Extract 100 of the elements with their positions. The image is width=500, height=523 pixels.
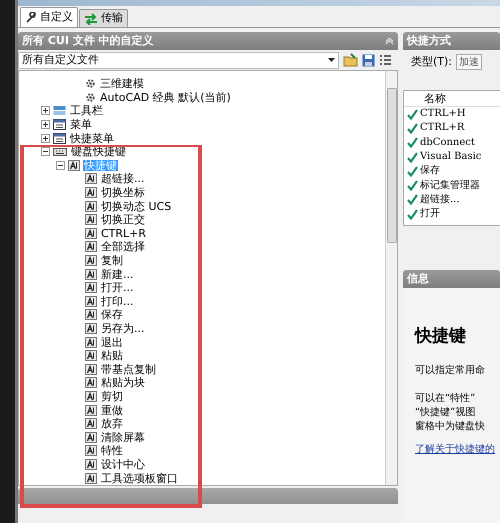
toolbar-icon: [53, 105, 66, 116]
tree-item[interactable]: 重做: [100, 404, 124, 416]
panel-title: 信息: [407, 270, 429, 287]
tree-item[interactable]: 特性: [100, 445, 124, 456]
shortcut-icon: [85, 322, 97, 334]
shortcut-icon: [85, 390, 97, 402]
shortcut-icon: [85, 228, 97, 239]
shortcut-icon: [68, 160, 80, 171]
check-icon: [407, 166, 418, 177]
tab[interactable]: 传输: [79, 9, 128, 27]
tree-item[interactable]: 清除屏幕: [100, 432, 146, 443]
tree-item[interactable]: 打印...: [100, 296, 134, 307]
shortcut-name[interactable]: dbConnect: [420, 136, 475, 149]
shortcut-icon: [85, 309, 97, 320]
shortcut-name[interactable]: 保存: [420, 165, 440, 178]
expand-toggle[interactable]: [41, 147, 50, 156]
save-icon[interactable]: [362, 54, 375, 66]
tree-item[interactable]: 切换正交: [100, 214, 146, 226]
shortcut-icon: [85, 432, 97, 443]
tree-item[interactable]: 新建...: [100, 268, 134, 280]
tree-item[interactable]: 全部选择: [100, 241, 146, 252]
tree-item[interactable]: 切换坐标: [100, 187, 146, 198]
shortcut-icon: [85, 418, 97, 430]
info-text: 窗格中为键盘快: [415, 420, 486, 434]
shortcut-icon: [85, 350, 97, 362]
check-icon: [407, 180, 418, 192]
shortcut-icon: [85, 472, 97, 484]
shortcut-icon: [85, 296, 97, 307]
shortcut-icon: [85, 241, 97, 252]
gear-icon: [85, 78, 96, 90]
column-header: 名称: [404, 91, 500, 107]
shortcut-icon: [85, 404, 97, 416]
shortcut-name[interactable]: 超链接...: [420, 194, 460, 206]
transfer-icon: [84, 12, 98, 24]
tree-item[interactable]: CTRL+R: [100, 228, 148, 239]
tree-item[interactable]: 三维建模: [99, 78, 145, 90]
info-text: “快捷键”视图: [415, 406, 476, 420]
tree-item[interactable]: 超链接...: [100, 173, 146, 184]
tree-item[interactable]: 工具选项板窗口: [100, 472, 179, 484]
panel-title: 快捷方式: [407, 32, 451, 49]
tree-item[interactable]: 设计中心: [100, 458, 146, 470]
shortcut-name[interactable]: CTRL+R: [420, 122, 464, 134]
shortcut-icon: [85, 364, 97, 375]
wrench-icon: [25, 12, 37, 24]
tree-item[interactable]: 打开...: [100, 282, 134, 294]
tree-item[interactable]: 保存: [100, 309, 124, 320]
tree-item[interactable]: 复制: [100, 255, 124, 266]
type-dropdown[interactable]: 加速: [456, 54, 482, 70]
shortcut-name[interactable]: CTRL+H: [420, 108, 466, 120]
tree-item[interactable]: 另存为...: [100, 322, 146, 334]
menu-icon: [53, 132, 66, 144]
shortcut-icon: [85, 268, 97, 280]
panel-title: 所有 CUI 文件 中的自定义: [22, 32, 154, 49]
shortcut-icon: [85, 214, 97, 226]
tree-item[interactable]: 快捷菜单: [69, 132, 115, 144]
info-text: 可以指定常用命: [415, 364, 486, 378]
tree-item[interactable]: 菜单: [69, 119, 93, 130]
caret-icon: [328, 58, 335, 62]
tree-item[interactable]: 退出: [100, 336, 124, 348]
tree-item[interactable]: AutoCAD 经典 默认(当前): [99, 92, 232, 103]
open-folder-icon[interactable]: [343, 53, 358, 67]
keyboard-icon: [53, 146, 67, 157]
collapse-icon[interactable]: [385, 38, 394, 44]
tree-item[interactable]: 粘贴: [100, 350, 124, 362]
tree-item[interactable]: 工具栏: [69, 105, 104, 116]
expand-toggle[interactable]: [56, 160, 65, 170]
check-icon: [407, 137, 418, 148]
shortcut-icon: [85, 282, 97, 294]
info-text: 可以在“特性”: [415, 392, 476, 406]
file-dropdown[interactable]: 所有自定义文件: [18, 52, 339, 68]
shortcut-icon: [85, 336, 97, 348]
info-heading: 快捷键: [415, 325, 467, 348]
shortcut-icon: [85, 458, 97, 470]
tree-item[interactable]: 粘贴为块: [100, 377, 146, 388]
tab[interactable]: 自定义: [20, 7, 78, 27]
shortcut-icon: [85, 255, 97, 266]
shortcut-icon: [85, 200, 97, 212]
check-icon: [407, 122, 418, 134]
shortcut-name[interactable]: 打开: [420, 208, 440, 220]
shortcut-icon: [85, 187, 97, 198]
shortcut-name[interactable]: Visual Basic: [420, 151, 482, 164]
expand-toggle[interactable]: [41, 120, 50, 130]
check-icon: [407, 208, 418, 220]
expand-toggle[interactable]: [41, 134, 50, 143]
expand-toggle[interactable]: [41, 106, 50, 116]
menu-icon: [53, 119, 66, 130]
list-icon[interactable]: [379, 54, 392, 66]
shortcut-name[interactable]: 标记集管理器: [420, 180, 480, 192]
tree-item[interactable]: 切换动态 UCS: [100, 200, 172, 212]
check-icon: [407, 194, 418, 206]
help-link[interactable]: 了解关于快捷键的: [415, 442, 500, 456]
tree-item[interactable]: 带基点复制: [100, 364, 157, 375]
shortcut-icon: [85, 377, 97, 388]
tree-item[interactable]: 剪切: [100, 390, 124, 402]
shortcut-icon: [85, 445, 97, 456]
scrollbar[interactable]: [385, 71, 397, 485]
gear-icon: [85, 92, 96, 103]
check-icon: [407, 108, 418, 120]
check-icon: [407, 152, 418, 163]
tree-item[interactable]: 放弃: [100, 418, 124, 430]
